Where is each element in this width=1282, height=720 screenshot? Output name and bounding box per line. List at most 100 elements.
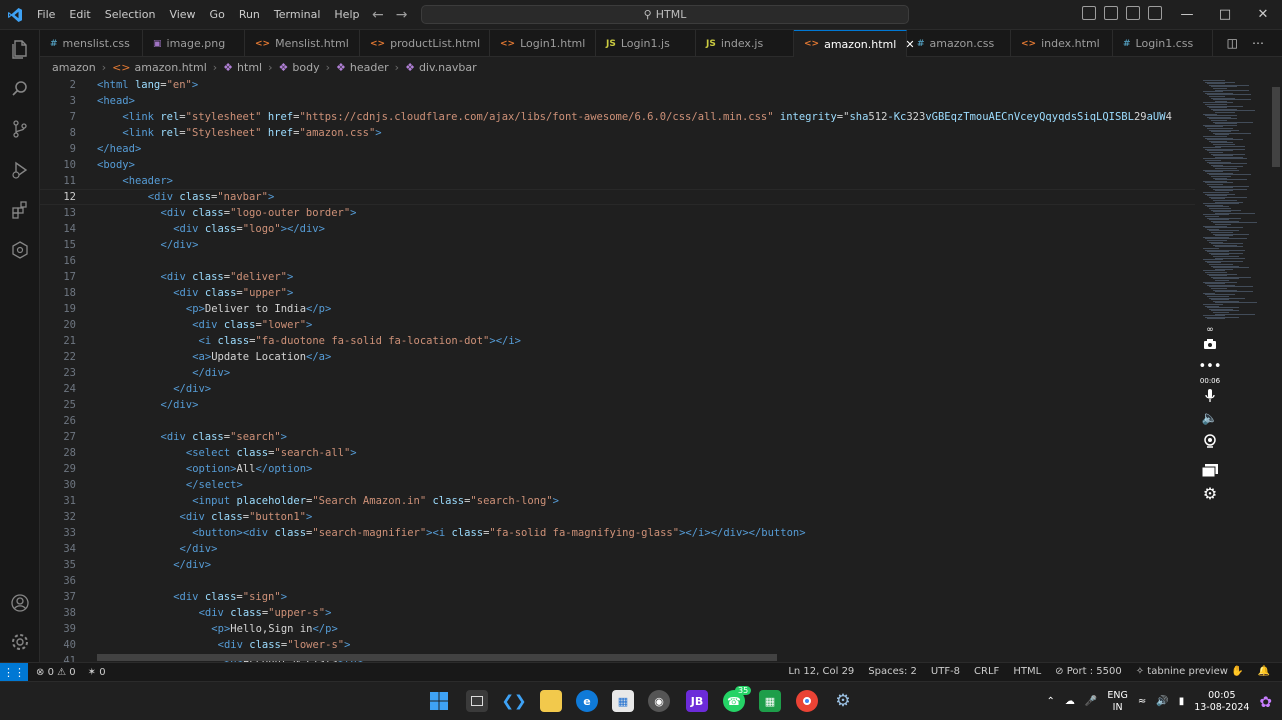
code-line[interactable]: <option>All</option>	[186, 461, 312, 477]
tab-login1-html[interactable]: <> Login1.html	[490, 30, 596, 57]
file-explorer-icon[interactable]	[540, 690, 562, 712]
tab-amazon-css[interactable]: # amazon.css	[907, 30, 1011, 57]
code-line[interactable]: <i class="fa-duotone fa-solid fa-locatio…	[186, 333, 521, 349]
command-center-search[interactable]: ⚲ HTML	[421, 5, 909, 24]
code-line[interactable]: </select>	[186, 477, 243, 493]
breadcrumb-html[interactable]: html	[237, 61, 262, 74]
toggle-secondary-sidebar-icon[interactable]	[1126, 6, 1140, 20]
chrome-browser-icon[interactable]	[796, 690, 818, 712]
code-line[interactable]: <div class="lower-s">	[211, 637, 351, 653]
webcam-icon[interactable]	[1200, 431, 1220, 451]
tabnine-status[interactable]: ✧ tabnine preview ✋	[1136, 663, 1244, 681]
close-window-icon[interactable]: ✕	[1244, 0, 1282, 30]
code-line[interactable]: <div class="upper">	[173, 285, 293, 301]
menu-edit[interactable]: Edit	[62, 0, 97, 30]
ports-indicator[interactable]: ✶ 0	[88, 667, 106, 678]
split-editor-icon[interactable]: ◫	[1227, 36, 1238, 50]
microphone-icon[interactable]	[1200, 386, 1220, 406]
battery-icon[interactable]: ▮	[1179, 696, 1185, 707]
maximize-icon[interactable]: □	[1206, 0, 1244, 30]
horizontal-scrollbar[interactable]	[97, 654, 777, 661]
tab-amazon-html[interactable]: <> amazon.html ✕	[794, 30, 915, 57]
source-control-icon[interactable]	[8, 117, 32, 141]
speaker-icon[interactable]: 🔈	[1200, 408, 1220, 428]
code-line[interactable]: <div class="sign">	[173, 589, 287, 605]
menu-go[interactable]: Go	[203, 0, 232, 30]
menu-file[interactable]: File	[30, 0, 62, 30]
more-actions-icon[interactable]: ⋯	[1252, 36, 1264, 50]
code-line[interactable]: <html lang="en">	[97, 77, 198, 93]
search-sidebar-icon[interactable]	[8, 77, 32, 101]
live-server-port[interactable]: ⊘ Port : 5500	[1055, 663, 1122, 681]
customize-layout-icon[interactable]	[1148, 6, 1162, 20]
show-hidden-icons-chevron-up-icon[interactable]: ⌃	[1047, 696, 1055, 707]
forward-arrow-icon[interactable]: →	[396, 7, 408, 23]
code-line[interactable]: <button><div class="search-magnifier"><i…	[186, 525, 805, 541]
cursor-position[interactable]: Ln 12, Col 29	[788, 663, 854, 681]
code-line[interactable]: </div>	[173, 381, 211, 397]
code-line[interactable]: </div>	[186, 365, 230, 381]
problems-indicator[interactable]: ⊗ 0 ⚠ 0	[36, 667, 76, 678]
clock[interactable]: 00:05 13-08-2024	[1194, 690, 1249, 714]
code-line[interactable]: <div class="button1">	[173, 509, 313, 525]
task-view-icon[interactable]	[466, 690, 488, 712]
code-line[interactable]: <div class="lower">	[186, 317, 312, 333]
breadcrumb-folder[interactable]: amazon	[52, 61, 96, 74]
wifi-icon[interactable]: ≈	[1138, 696, 1146, 707]
remote-explorer-icon[interactable]	[8, 238, 32, 262]
code-editor[interactable]: 2 3 7 8 9 10 11 12 13 14 15 16 17 18 19 20 21 22 23 24 25 26 2…	[40, 77, 1195, 662]
camera-icon[interactable]	[1200, 334, 1220, 354]
tab-menslist-html[interactable]: <> Menslist.html	[245, 30, 360, 57]
code-line[interactable]: <div class="upper-s">	[199, 605, 332, 621]
menu-help[interactable]: Help	[327, 0, 366, 30]
recorder-settings-icon[interactable]: ⚙	[1200, 483, 1220, 503]
code-line[interactable]: <p>Hello,Sign in</p>	[211, 621, 337, 637]
input-language[interactable]: ENG IN	[1107, 690, 1127, 714]
edge-browser-icon[interactable]: e	[576, 690, 598, 712]
code-line[interactable]: <body>	[97, 157, 135, 173]
code-line[interactable]: <div class="navbar">	[148, 189, 274, 205]
breadcrumb-body[interactable]: body	[292, 61, 319, 74]
settings-app-icon[interactable]: ⚙	[832, 690, 854, 712]
tab-menslist-css[interactable]: # menslist.css	[40, 30, 143, 57]
minimize-icon[interactable]: —	[1168, 0, 1206, 30]
end-of-line[interactable]: CRLF	[974, 663, 999, 681]
windows-start-icon[interactable]	[428, 690, 450, 712]
jetbrains-app-icon[interactable]: JB	[686, 690, 708, 712]
menu-view[interactable]: View	[162, 0, 202, 30]
code-line[interactable]: <header>	[122, 173, 173, 189]
code-line[interactable]: <select class="search-all">	[186, 445, 357, 461]
code-line[interactable]: <div class="deliver">	[161, 269, 294, 285]
remote-indicator-icon[interactable]: ⋮⋮	[0, 663, 28, 681]
code-line[interactable]: <a>Update Location</a>	[186, 349, 331, 365]
code-line[interactable]: <p>Deliver to India</p>	[186, 301, 331, 317]
code-line[interactable]: <div class="logo"></div>	[173, 221, 325, 237]
tab-index-js[interactable]: JS index.js	[696, 30, 794, 57]
breadcrumb-div-navbar[interactable]: div.navbar	[419, 61, 477, 74]
code-line[interactable]: <head>	[97, 93, 135, 109]
explorer-icon[interactable]	[8, 37, 32, 61]
spreadsheet-app-icon[interactable]: ▦	[759, 690, 781, 712]
run-debug-icon[interactable]	[8, 158, 32, 182]
onedrive-cloud-icon[interactable]: ☁	[1065, 696, 1075, 707]
menu-run[interactable]: Run	[232, 0, 267, 30]
code-line[interactable]: <link rel="stylesheet" href="https://cdn…	[122, 109, 1172, 125]
copilot-icon[interactable]: ✿	[1259, 693, 1272, 711]
code-line[interactable]: </head>	[97, 141, 141, 157]
breadcrumb-header[interactable]: header	[350, 61, 389, 74]
indentation[interactable]: Spaces: 2	[868, 663, 917, 681]
tab-productlist-html[interactable]: <> productList.html	[360, 30, 490, 57]
volume-icon[interactable]: 🔊	[1156, 696, 1168, 707]
code-line[interactable]: </div>	[173, 541, 218, 557]
breadcrumb-file[interactable]: amazon.html	[135, 61, 207, 74]
tab-login1-css[interactable]: # Login1.css	[1113, 30, 1213, 57]
menu-selection[interactable]: Selection	[98, 0, 163, 30]
screen-capture-icon[interactable]	[1200, 460, 1220, 480]
account-icon[interactable]	[8, 591, 32, 615]
code-line[interactable]: <div class="search">	[161, 429, 287, 445]
code-line[interactable]: <div class="logo-outer border">	[161, 205, 357, 221]
code-line[interactable]: <link rel="Stylesheet" href="amazon.css"…	[122, 125, 381, 141]
vertical-scrollbar[interactable]	[1270, 77, 1282, 662]
toggle-primary-sidebar-icon[interactable]	[1082, 6, 1096, 20]
code-line[interactable]: </div>	[161, 397, 199, 413]
